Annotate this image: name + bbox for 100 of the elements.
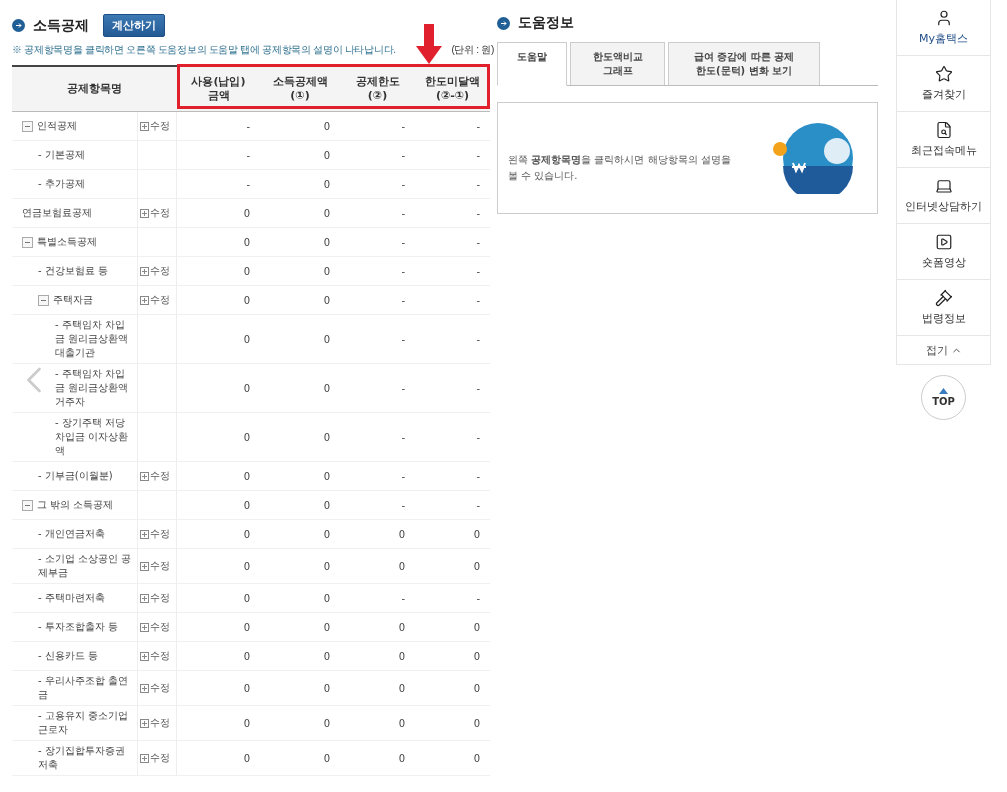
table-cell-text: - — [475, 119, 481, 134]
table-cell-text: - — [400, 430, 406, 445]
edit-link[interactable]: 수정 — [140, 119, 170, 133]
gavel-icon — [934, 289, 953, 307]
table-cell-text: 0 — [242, 620, 251, 635]
quick-menu-item[interactable]: 즐겨찾기 — [897, 56, 990, 112]
column-header: 공제항목명 — [66, 81, 123, 97]
table-cell-text: 0 — [472, 559, 481, 574]
plus-box-icon — [140, 622, 149, 632]
quick-menu-item[interactable]: 숏폼영상 — [897, 224, 990, 280]
table-cell-text: 0 — [242, 235, 251, 250]
table-cell-text: - — [245, 148, 251, 163]
deduction-item-name[interactable]: - 개인연금저축 — [38, 527, 105, 541]
deduction-item-name[interactable]: 연금보험료공제 — [22, 206, 92, 220]
deduction-item-name[interactable]: - 기부금(이월분) — [38, 469, 113, 483]
table-cell-text: 0 — [242, 332, 251, 347]
deduction-item-name[interactable]: - 주택마련저축 — [38, 591, 105, 605]
quick-menu-item[interactable]: My홈택스 — [897, 0, 990, 56]
deduction-item-name[interactable]: 특별소득공제 — [37, 235, 97, 249]
collapse-toggle-icon[interactable] — [22, 120, 33, 132]
deduction-item-name[interactable]: - 투자조합출자 등 — [38, 620, 118, 634]
deduction-item-name[interactable]: - 고용유지 중소기업 근로자 — [38, 709, 133, 737]
table-cell-text: 0 — [322, 498, 331, 513]
table-cell-text: - — [400, 177, 406, 192]
plus-box-icon — [140, 471, 149, 481]
table-cell-text: 0 — [397, 716, 406, 731]
edit-link[interactable]: 수정 — [140, 681, 170, 695]
table-cell-text: 0 — [322, 381, 331, 396]
deduction-item-name[interactable]: 그 밖의 소득공제 — [37, 498, 114, 512]
quick-menu-item[interactable]: 법령정보 — [897, 280, 990, 336]
table-cell-text: 0 — [242, 498, 251, 513]
table-cell-text: 0 — [472, 716, 481, 731]
table-cell-text: 0 — [322, 649, 331, 664]
deduction-item-name[interactable]: - 기본공제 — [38, 148, 85, 162]
table-cell-text: 0 — [472, 620, 481, 635]
deduction-item-name[interactable]: - 신용카드 등 — [38, 649, 98, 663]
deduction-item-name[interactable]: - 우리사주조합 출연금 — [38, 674, 133, 702]
edit-link[interactable]: 수정 — [140, 751, 170, 765]
top-button[interactable]: TOP — [921, 375, 966, 420]
table-cell-text: - — [475, 235, 481, 250]
table-cell-text: - — [475, 591, 481, 606]
section-title: 도움정보 — [518, 14, 574, 32]
deduction-item-name[interactable]: - 소기업 소상공인 공제부금 — [38, 552, 133, 580]
star-icon — [934, 65, 953, 83]
plus-box-icon — [140, 295, 149, 305]
table-cell-text: - — [400, 469, 406, 484]
deduction-item-name[interactable]: 주택자금 — [53, 293, 93, 307]
table-cell-text: 0 — [322, 751, 331, 766]
edit-link[interactable]: 수정 — [140, 716, 170, 730]
collapse-toggle-icon[interactable] — [38, 294, 49, 306]
table-cell-text: - — [400, 235, 406, 250]
edit-link[interactable]: 수정 — [140, 649, 170, 663]
table-cell-text: 0 — [242, 751, 251, 766]
table-cell-text: 0 — [322, 527, 331, 542]
column-header: 한도미달액 (②-①) — [424, 74, 481, 104]
deduction-item-name[interactable]: - 건강보험료 등 — [38, 264, 108, 278]
edit-link[interactable]: 수정 — [140, 293, 170, 307]
table-cell-text: 0 — [397, 559, 406, 574]
table-cell-text: - — [400, 498, 406, 513]
edit-link[interactable]: 수정 — [140, 206, 170, 220]
table-cell-text: 0 — [242, 649, 251, 664]
document-search-icon — [934, 121, 953, 139]
table-cell-text: 0 — [322, 332, 331, 347]
quick-menu-item[interactable]: 인터넷상담하기 — [897, 168, 990, 224]
collapse-link[interactable]: 접기 — [897, 336, 990, 364]
table-cell-text: - — [475, 264, 481, 279]
help-tab[interactable]: 급여 증감에 따른 공제 한도(문턱) 변화 보기 — [668, 42, 820, 85]
edit-link[interactable]: 수정 — [140, 469, 170, 483]
table-cell-text: 0 — [472, 527, 481, 542]
table-cell-text: - — [245, 119, 251, 134]
column-header: 소득공제액 (①) — [271, 74, 329, 104]
table-cell-text: 0 — [322, 148, 331, 163]
collapse-toggle-icon[interactable] — [22, 499, 33, 511]
edit-link[interactable]: 수정 — [140, 591, 170, 605]
column-header: 공제한도 (②) — [354, 74, 401, 104]
section-bullet-icon — [497, 16, 510, 30]
quick-menu-item[interactable]: 최근접속메뉴 — [897, 112, 990, 168]
table-cell-text: - — [475, 206, 481, 221]
deduction-item-name[interactable]: - 장기주택 저당차입금 이자상환액 — [55, 416, 133, 458]
help-tab[interactable]: 도움말 — [497, 42, 567, 86]
down-arrow-icon — [416, 24, 442, 64]
edit-link[interactable]: 수정 — [140, 620, 170, 634]
help-tab[interactable]: 한도액비교 그래프 — [570, 42, 665, 85]
table-cell-text: 0 — [322, 469, 331, 484]
table-cell-text: 0 — [322, 430, 331, 445]
laptop-icon — [934, 177, 953, 195]
deduction-item-name[interactable]: - 장기집합투자증권저축 — [38, 744, 133, 772]
edit-link[interactable]: 수정 — [140, 559, 170, 573]
deduction-item-name[interactable]: 인적공제 — [37, 119, 77, 133]
deduction-item-name[interactable]: - 추가공제 — [38, 177, 85, 191]
collapse-toggle-icon[interactable] — [22, 236, 33, 248]
plus-box-icon — [140, 593, 149, 603]
table-cell-text: 0 — [322, 119, 331, 134]
calculate-button[interactable]: 계산하기 — [103, 14, 165, 37]
table-cell-text: 0 — [472, 649, 481, 664]
notice-text: ※ 공제항목명을 클릭하면 오른쪽 도움정보의 도움말 탭에 공제항목의 설명이 나타납니다. — [12, 43, 396, 57]
deduction-item-name[interactable]: - 주택임차 차입금 원리금상환액 거주자 — [55, 367, 133, 409]
edit-link[interactable]: 수정 — [140, 264, 170, 278]
edit-link[interactable]: 수정 — [140, 527, 170, 541]
deduction-item-name[interactable]: - 주택임차 차입금 원리금상환액 대출기관 — [55, 318, 133, 360]
